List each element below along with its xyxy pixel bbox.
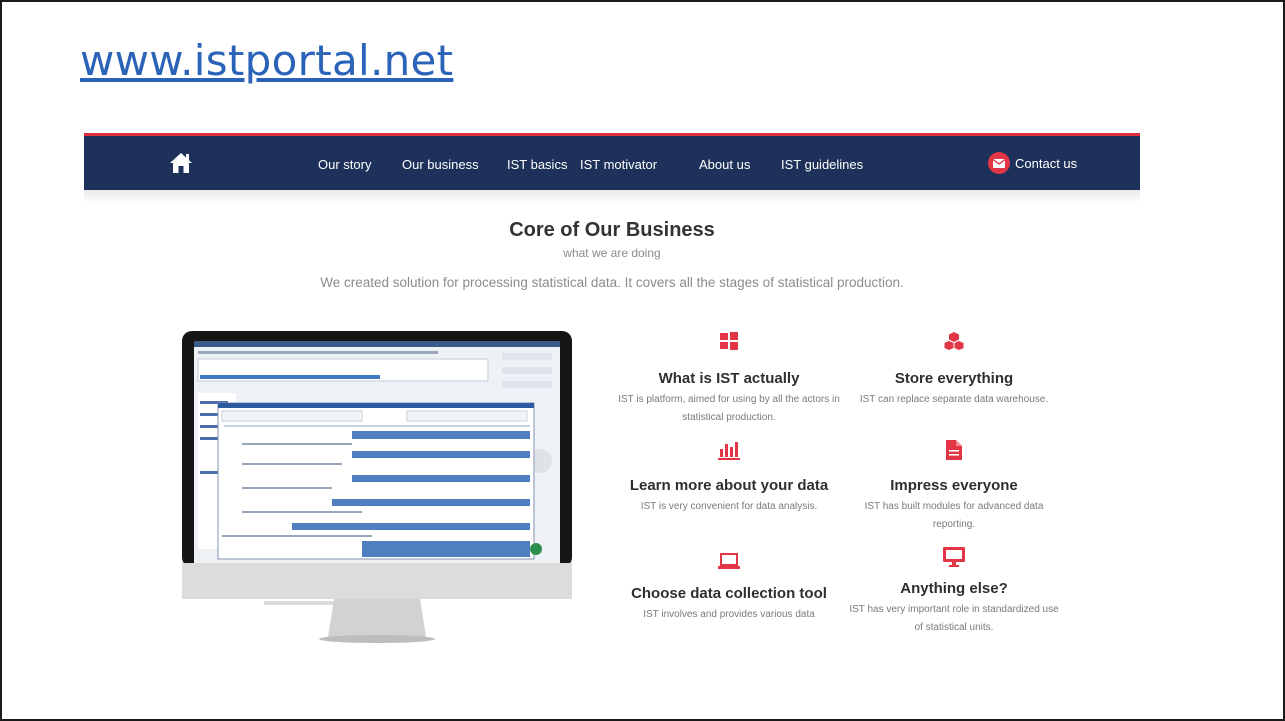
nav-ist-basics[interactable]: IST basics: [507, 157, 567, 172]
feature-title: Choose data collection tool: [631, 585, 827, 602]
feature-text: IST has built modules for advanced data …: [864, 501, 1044, 530]
slide-title-link[interactable]: www.istportal.net: [80, 36, 453, 85]
feature-text: IST can replace separate data warehouse.: [859, 394, 1049, 405]
section-title: Core of Our Business: [509, 219, 715, 241]
feature-title: Store everything: [894, 370, 1014, 387]
home-icon[interactable]: [168, 150, 194, 176]
nav-about-us[interactable]: About us: [699, 157, 750, 172]
feature-what-is-ist: What is IST actually IST is platform, ai…: [604, 331, 854, 427]
feature-impress-everyone: Impress everyone IST has built modules f…: [844, 440, 1064, 534]
feature-title: Learn more about your data: [629, 477, 829, 494]
feature-text: IST is platform, aimed for using by all …: [618, 394, 840, 423]
document-icon: [946, 440, 962, 460]
section-subtitle: what we are doing: [563, 246, 661, 260]
feature-title: Impress everyone: [890, 477, 1018, 494]
contact-us-button[interactable]: Contact us: [988, 151, 1077, 175]
laptop-icon: [718, 553, 740, 569]
feature-learn-more: Learn more about your data IST is very c…: [614, 440, 844, 516]
monitor-icon: [943, 547, 965, 567]
nav-our-business[interactable]: Our business: [402, 157, 479, 172]
windows-icon: [720, 332, 738, 350]
website-screenshot: Our story Our business IST basics IST mo…: [84, 133, 1140, 653]
feature-text: IST has very important role in standardi…: [849, 604, 1059, 633]
bar-chart-icon: [718, 442, 740, 460]
contact-us-label: Contact us: [1015, 155, 1078, 171]
feature-anything-else: Anything else? IST has very important ro…: [844, 547, 1064, 637]
feature-store-everything: Store everything IST can replace separat…: [844, 331, 1064, 409]
navbar-shadow: [84, 190, 1140, 204]
nav-ist-guidelines[interactable]: IST guidelines: [781, 157, 863, 172]
nav-our-story[interactable]: Our story: [318, 157, 371, 172]
envelope-icon: [988, 152, 1010, 174]
section-description: We created solution for processing stati…: [320, 275, 904, 290]
navbar: Our story Our business IST basics IST mo…: [84, 133, 1140, 190]
feature-title: Anything else?: [900, 580, 1008, 597]
cubes-icon: [944, 332, 964, 350]
feature-text: IST is very convenient for data analysis…: [640, 501, 818, 512]
imac-mockup-image: [182, 331, 572, 643]
feature-text: IST involves and provides various data: [643, 609, 815, 620]
feature-data-collection: Choose data collection tool IST involves…: [629, 553, 829, 624]
feature-title: What is IST actually: [658, 370, 800, 387]
nav-ist-motivator[interactable]: IST motivator: [580, 157, 657, 172]
